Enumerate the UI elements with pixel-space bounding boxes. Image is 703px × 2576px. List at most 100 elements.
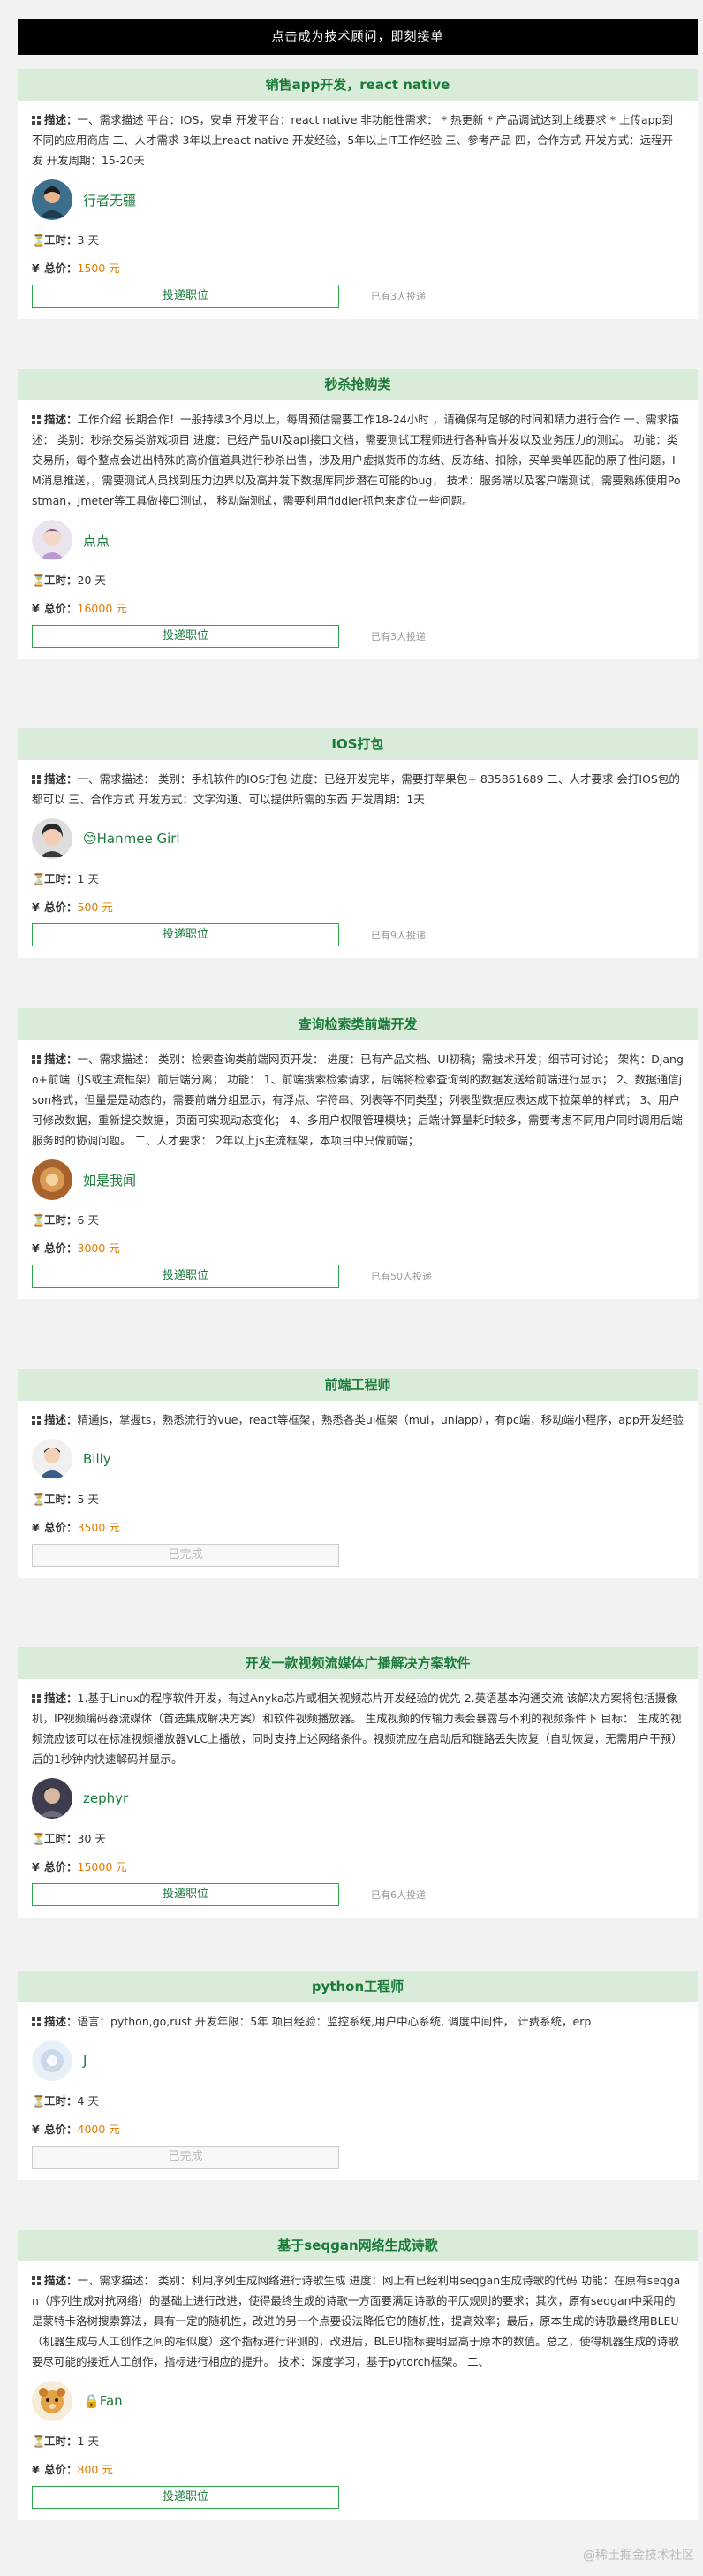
- apply-button[interactable]: 投递职位: [32, 625, 339, 648]
- hours-label: 工时：: [44, 1832, 78, 1845]
- yen-icon: ¥: [32, 2123, 40, 2136]
- hourglass-icon: ⏳: [32, 574, 46, 587]
- apply-button[interactable]: 投递职位: [32, 1265, 339, 1288]
- hours-label: 工时：: [44, 233, 78, 247]
- poster[interactable]: 😊Hanmee Girl: [32, 817, 684, 861]
- job-description: 描述：1.基于Linux的程序软件开发，有过Anyka芯片或相关视频芯片开发经验…: [32, 1688, 684, 1769]
- price-value: 1500 元: [77, 262, 120, 275]
- hours-label: 工时：: [44, 1493, 78, 1506]
- description-label: 描述：: [44, 113, 78, 126]
- watermark: @稀土掘金技术社区: [583, 2549, 694, 2563]
- job-description: 描述：一、需求描述： 类别：利用序列生成网络进行诗歌生成 进度：网上有已经利用s…: [32, 2270, 684, 2372]
- applicant-count: 已有3人投递: [371, 631, 426, 642]
- total-price: ¥ 总价：500 元: [32, 898, 684, 917]
- apply-button[interactable]: 投递职位: [32, 923, 339, 946]
- total-price: ¥ 总价：16000 元: [32, 599, 684, 619]
- username[interactable]: J: [83, 2053, 87, 2069]
- description-text: 一、需求描述 平台：IOS，安卓 开发平台：react native 非功能性需…: [32, 113, 674, 167]
- job-title[interactable]: 基于seqgan网络生成诗歌: [18, 2230, 698, 2261]
- hours-label: 工时：: [44, 2435, 78, 2448]
- work-hours: ⏳工时：5 天: [32, 1490, 684, 1509]
- description-text: 1.基于Linux的程序软件开发，有过Anyka芯片或相关视频芯片开发经验的优先…: [32, 1691, 683, 1766]
- poster[interactable]: 点点: [32, 518, 684, 562]
- avatar[interactable]: [32, 179, 72, 220]
- description-text: 工作介绍 长期合作！一般持续3个月以上，每周预估需要工作18-24小时 ，请确保…: [32, 413, 681, 507]
- grid-icon: [32, 1694, 41, 1703]
- hourglass-icon: ⏳: [32, 1832, 46, 1845]
- price-value: 16000 元: [77, 602, 127, 615]
- work-hours: ⏳工时：30 天: [32, 1829, 684, 1849]
- price-value: 3500 元: [77, 1521, 120, 1534]
- grid-icon: [32, 1055, 41, 1064]
- avatar[interactable]: [32, 818, 72, 859]
- username[interactable]: zephyr: [83, 1790, 128, 1806]
- grid-icon: [32, 415, 41, 424]
- username[interactable]: 点点: [83, 531, 110, 550]
- poster[interactable]: J: [32, 2039, 684, 2083]
- avatar[interactable]: [32, 2040, 72, 2081]
- price-label: 总价：: [44, 1860, 78, 1873]
- job-title[interactable]: 开发一款视频流媒体广播解决方案软件: [18, 1647, 698, 1679]
- apply-button[interactable]: 投递职位: [32, 2486, 339, 2509]
- username[interactable]: 🔒Fan: [83, 2393, 123, 2409]
- price-value: 800 元: [77, 2463, 113, 2476]
- job-description: 描述：一、需求描述 平台：IOS，安卓 开发平台：react native 非功…: [32, 110, 684, 171]
- total-price: ¥ 总价：4000 元: [32, 2120, 684, 2139]
- price-label: 总价：: [44, 1242, 78, 1255]
- total-price: ¥ 总价：3000 元: [32, 1239, 684, 1258]
- hours-value: 1 天: [77, 2435, 99, 2448]
- price-label: 总价：: [44, 1521, 78, 1534]
- poster[interactable]: 🔒Fan: [32, 2379, 684, 2423]
- avatar[interactable]: [32, 1439, 72, 1479]
- poster[interactable]: 如是我闻: [32, 1158, 684, 1202]
- avatar[interactable]: [32, 1778, 72, 1819]
- job-title[interactable]: 秒杀抢购类: [18, 369, 698, 400]
- job-title[interactable]: IOS打包: [18, 728, 698, 760]
- job-title[interactable]: 前端工程师: [18, 1369, 698, 1401]
- work-hours: ⏳工时：6 天: [32, 1211, 684, 1230]
- grid-icon: [32, 2276, 41, 2285]
- work-hours: ⏳工时：3 天: [32, 231, 684, 250]
- yen-icon: ¥: [32, 1860, 40, 1873]
- job-title[interactable]: 销售app开发，react native: [18, 69, 698, 101]
- work-hours: ⏳工时：4 天: [32, 2092, 684, 2111]
- grid-icon: [32, 1416, 41, 1425]
- hourglass-icon: ⏳: [32, 233, 46, 247]
- hours-label: 工时：: [44, 574, 78, 587]
- username[interactable]: 😊Hanmee Girl: [83, 831, 180, 847]
- apply-button[interactable]: 投递职位: [32, 285, 339, 308]
- price-value: 15000 元: [77, 1860, 127, 1873]
- avatar[interactable]: [32, 520, 72, 560]
- become-consultant-banner[interactable]: 点击成为技术顾问，即刻接单: [18, 19, 698, 55]
- username[interactable]: 行者无疆: [83, 191, 136, 209]
- hours-label: 工时：: [44, 1213, 78, 1227]
- completed-button: 已完成: [32, 1544, 339, 1567]
- total-price: ¥ 总价：3500 元: [32, 1518, 684, 1538]
- work-hours: ⏳工时：20 天: [32, 571, 684, 590]
- work-hours: ⏳工时：1 天: [32, 2432, 684, 2451]
- price-label: 总价：: [44, 2123, 78, 2136]
- job-title[interactable]: 查询检索类前端开发: [18, 1008, 698, 1040]
- description-text: 一、需求描述： 类别：检索查询类前端网页开发： 进度：已有产品文档、UI初稿；需…: [32, 1052, 684, 1147]
- job-description: 描述：工作介绍 长期合作！一般持续3个月以上，每周预估需要工作18-24小时 ，…: [32, 409, 684, 511]
- job-card: 前端工程师 描述：精通js，掌握ts，熟悉流行的vue，react等框架，熟悉各…: [18, 1369, 698, 1578]
- avatar[interactable]: [32, 2381, 72, 2421]
- job-description: 描述：精通js，掌握ts，熟悉流行的vue，react等框架，熟悉各类ui框架（…: [32, 1410, 684, 1430]
- job-title[interactable]: python工程师: [18, 1971, 698, 2002]
- hourglass-icon: ⏳: [32, 872, 46, 885]
- applicant-count: 已有6人投递: [371, 1889, 426, 1901]
- completed-button: 已完成: [32, 2146, 339, 2169]
- poster[interactable]: Billy: [32, 1437, 684, 1481]
- apply-button[interactable]: 投递职位: [32, 1883, 339, 1906]
- description-text: 精通js，掌握ts，熟悉流行的vue，react等框架，熟悉各类ui框架（mui…: [77, 1413, 684, 1426]
- grid-icon: [32, 2017, 41, 2026]
- description-label: 描述：: [44, 413, 78, 426]
- hourglass-icon: ⏳: [32, 1493, 46, 1506]
- description-text: 一、需求描述： 类别：利用序列生成网络进行诗歌生成 进度：网上有已经利用seqg…: [32, 2274, 681, 2368]
- avatar[interactable]: [32, 1159, 72, 1200]
- price-label: 总价：: [44, 2463, 78, 2476]
- poster[interactable]: 行者无疆: [32, 178, 684, 222]
- username[interactable]: 如是我闻: [83, 1171, 136, 1189]
- poster[interactable]: zephyr: [32, 1776, 684, 1820]
- username[interactable]: Billy: [83, 1451, 111, 1467]
